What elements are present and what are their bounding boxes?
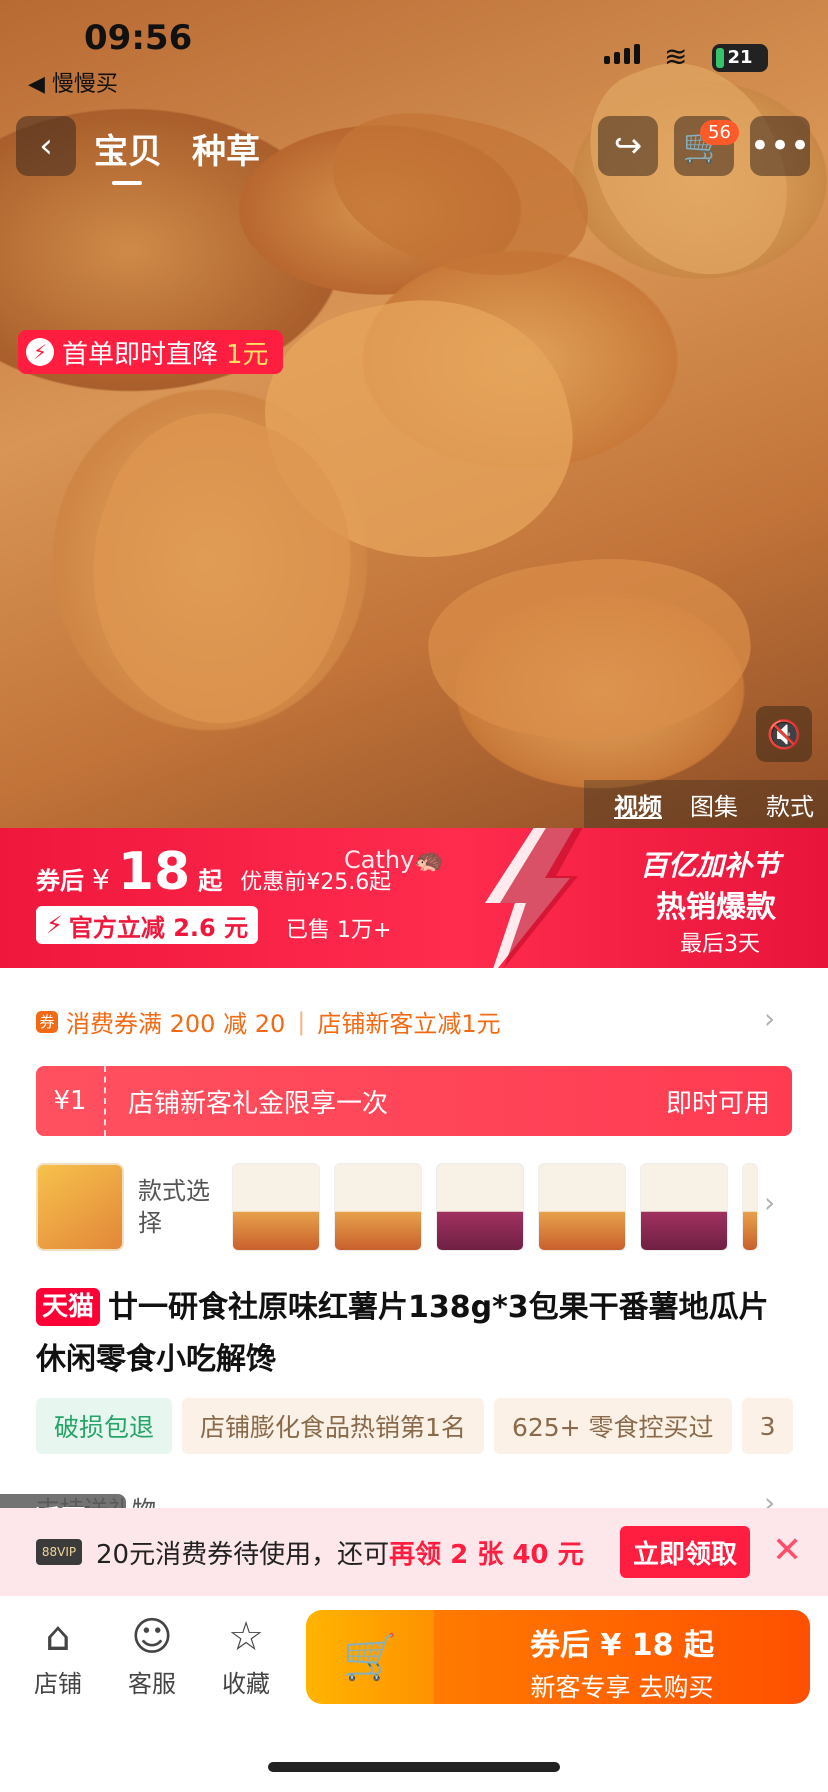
lightning-icon: ⚡ — [26, 338, 54, 366]
media-tabs: 视频 图集 款式 — [584, 780, 828, 828]
media-tab-video[interactable]: 视频 — [614, 787, 662, 822]
gift-use: 即时可用 — [665, 1088, 770, 1119]
star-icon: ☆ — [228, 1614, 264, 1660]
tmall-badge: 天猫 — [36, 1288, 101, 1326]
coupon-text-1: 消费券满 200 减 20 — [66, 1010, 286, 1038]
close-icon[interactable]: ✕ — [772, 1530, 802, 1571]
price: 18 — [117, 842, 191, 902]
signal-icon — [604, 44, 640, 64]
official-discount: ⚡ 官方立减 2.6 元 — [36, 906, 259, 944]
mute-icon: 🔇 — [766, 717, 802, 751]
tag-row: 破损包退 店铺膨化食品热销第1名 625+ 零食控买过 3 — [36, 1398, 794, 1454]
media-tab-style[interactable]: 款式 — [766, 787, 814, 822]
service-label: 客服 — [128, 1670, 176, 1698]
promo-prefix: 首单即时直降 — [62, 339, 219, 370]
official-discount-text: 官方立减 2.6 元 — [68, 913, 249, 942]
sku-thumb[interactable] — [334, 1163, 422, 1251]
new-customer-gift[interactable]: ¥1 店铺新客礼金限享一次 即时可用 — [36, 1066, 792, 1136]
festival-sub: 热销爆款 — [656, 890, 776, 925]
sku-thumb[interactable] — [232, 1163, 320, 1251]
sku-selector[interactable]: 款式选择 — [36, 1162, 758, 1252]
coupon-icon: 券 — [36, 1010, 58, 1033]
chevron-right-icon: › — [764, 1002, 776, 1035]
buy-button-group: 🛒 券后 ¥ 18 起 新客专享 去购买 — [306, 1610, 810, 1704]
festival-days: 最后3天 — [680, 932, 760, 957]
buy-price: 券后 ¥ 18 起 — [530, 1628, 714, 1663]
after-coupon-label: 券后 — [36, 867, 84, 895]
first-order-promo: ⚡ 首单即时直降 1元 — [18, 330, 283, 374]
media-tab-gallery[interactable]: 图集 — [690, 787, 738, 822]
mute-button[interactable]: 🔇 — [756, 706, 812, 762]
sku-thumb[interactable] — [640, 1163, 728, 1251]
sold-count: 已售 1万+ — [286, 918, 392, 943]
more-icon: ••• — [749, 126, 811, 166]
wifi-icon: ≋ — [664, 40, 688, 73]
tag-rank[interactable]: 店铺膨化食品热销第1名 — [182, 1398, 484, 1454]
promo-amount: 1元 — [226, 339, 269, 370]
tab-item[interactable]: 宝贝 — [94, 124, 162, 185]
service-icon: ☺ — [131, 1614, 173, 1660]
share-button[interactable]: ↪ — [598, 116, 658, 176]
favorite-button[interactable]: ☆ 收藏 — [206, 1614, 286, 1699]
service-button[interactable]: ☺ 客服 — [112, 1614, 192, 1699]
chevron-left-icon: ‹ — [39, 126, 53, 166]
festival-title: 百亿加补节 — [640, 849, 781, 882]
gift-text: 店铺新客礼金限享一次 — [128, 1088, 389, 1119]
coupon-line[interactable]: 券 消费券满 200 减 20 | 店铺新客立减1元 — [36, 1004, 501, 1039]
tag-more[interactable]: 3 — [741, 1398, 794, 1454]
share-icon: ↪ — [613, 126, 643, 166]
home-indicator — [268, 1762, 560, 1772]
favorite-label: 收藏 — [222, 1670, 270, 1698]
lightning-icon — [485, 828, 583, 968]
lightning-icon: ⚡ — [46, 911, 63, 939]
claim-button[interactable]: 立即领取 — [620, 1526, 750, 1578]
vip-highlight: 再领 2 张 40 元 — [389, 1539, 584, 1570]
store-label: 店铺 — [34, 1670, 82, 1698]
currency: ¥ — [92, 863, 110, 896]
back-button[interactable]: ‹ — [16, 116, 76, 176]
price-band: 券后 ¥ 18 起 优惠前¥25.6起 Cathy🦔 ⚡ 官方立减 2.6 元 … — [0, 828, 828, 968]
product-title-text: 廿一研食社原味红薯片138g*3包果干番薯地瓜片休闲零食小吃解馋 — [36, 1290, 769, 1377]
divider: | — [297, 1007, 306, 1036]
sku-thumb[interactable] — [436, 1163, 524, 1251]
tab-seed[interactable]: 种草 — [192, 124, 260, 173]
tag-return: 破损包退 — [36, 1398, 173, 1454]
price-qi: 起 — [198, 867, 223, 895]
cart-badge: 56 — [700, 120, 739, 145]
product-title: 天猫 廿一研食社原味红薯片138g*3包果干番薯地瓜片休闲零食小吃解馋 — [36, 1282, 796, 1386]
cart-plus-icon: 🛒 — [342, 1632, 398, 1683]
clock: 09:56 — [84, 18, 193, 58]
battery-indicator: 21 — [712, 44, 768, 72]
coupon-text-2: 店铺新客立减1元 — [317, 1010, 501, 1038]
buy-button[interactable]: 券后 ¥ 18 起 新客专享 去购买 — [434, 1610, 810, 1704]
vip-badge: 88VIP — [36, 1539, 82, 1565]
sku-thumb[interactable] — [538, 1163, 626, 1251]
status-bar: 09:56 ◀ 慢慢买 ≋ 21 — [0, 18, 828, 97]
more-button[interactable]: ••• — [750, 116, 810, 176]
nav-tabs: 宝贝 种草 — [94, 124, 260, 185]
chevron-right-icon: › — [764, 1186, 776, 1219]
sku-main-thumb[interactable] — [36, 1163, 124, 1251]
store-icon: ⌂ — [45, 1614, 71, 1660]
gift-amount: ¥1 — [36, 1066, 106, 1136]
vip-text: 20元消费券待使用，还可 — [96, 1539, 390, 1570]
buy-sub: 新客专享 去购买 — [530, 1673, 714, 1702]
back-to-app[interactable]: ◀ 慢慢买 — [28, 66, 118, 98]
watermark: Cathy🦔 — [344, 846, 445, 874]
tag-buyers[interactable]: 625+ 零食控买过 — [493, 1398, 732, 1454]
sku-label: 款式选择 — [138, 1177, 210, 1237]
add-to-cart-button[interactable]: 🛒 — [306, 1610, 434, 1704]
store-button[interactable]: ⌂ 店铺 — [18, 1614, 98, 1699]
sku-thumb[interactable] — [742, 1163, 758, 1251]
